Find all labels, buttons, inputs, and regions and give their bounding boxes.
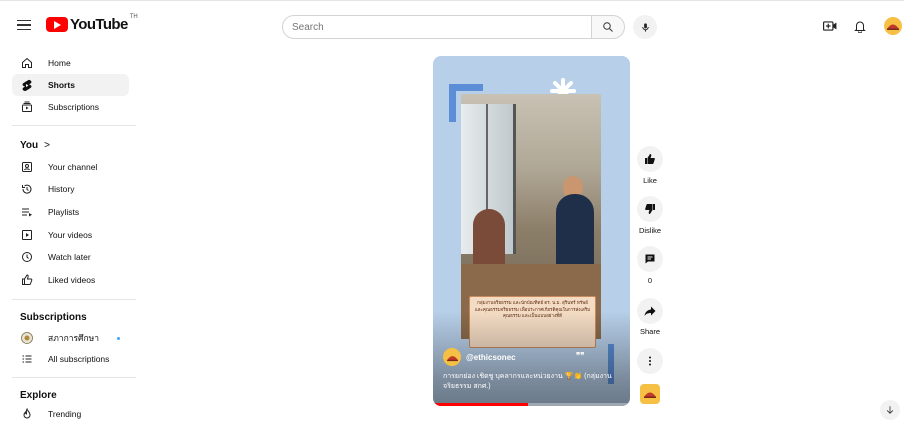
short-video-player[interactable]: กลุ่มงานจริยธรรม และนักบัณฑิตย์ ดร. น.ม.… xyxy=(433,56,630,406)
more-vertical-icon xyxy=(649,356,651,366)
next-short-button[interactable] xyxy=(880,400,900,420)
sidebar-item-shorts[interactable]: Shorts xyxy=(12,74,129,96)
sidebar-explore-title: Explore xyxy=(20,390,57,401)
sidebar-item-liked-videos[interactable]: Liked videos xyxy=(12,269,129,291)
like-button[interactable] xyxy=(637,146,663,172)
sidebar-item-label: Home xyxy=(48,58,71,68)
account-logo-icon xyxy=(887,24,899,30)
dislike-button[interactable] xyxy=(637,196,663,222)
sidebar-item-label: Liked videos xyxy=(48,275,96,285)
logo-country-code: TH xyxy=(129,14,138,20)
channel-logo-icon xyxy=(446,355,458,361)
new-content-dot xyxy=(116,336,120,340)
sidebar-divider xyxy=(12,377,136,378)
sidebar-item-label: History xyxy=(48,184,75,194)
your-videos-icon xyxy=(20,228,34,242)
your-channel-icon xyxy=(20,160,34,174)
youtube-logo[interactable]: YouTube TH xyxy=(46,14,138,33)
sidebar-item-watch-later[interactable]: Watch later xyxy=(12,246,129,268)
person-figure xyxy=(556,194,594,274)
sidebar-item-all-subscriptions[interactable]: All subscriptions xyxy=(12,348,129,370)
sidebar-item-your-videos[interactable]: Your videos xyxy=(12,224,129,246)
share-button[interactable] xyxy=(637,298,663,324)
arrow-down-icon xyxy=(886,406,894,414)
chevron-right-icon: > xyxy=(44,140,50,151)
sidebar-subscriptions-title: Subscriptions xyxy=(20,312,87,323)
notifications-button[interactable] xyxy=(852,18,868,34)
channel-avatar-icon xyxy=(20,331,34,345)
liked-videos-icon xyxy=(20,273,34,287)
sidebar-item-label: Playlists xyxy=(48,207,80,217)
channel-avatar[interactable] xyxy=(443,348,461,366)
you-title: You xyxy=(20,140,39,151)
bell-icon xyxy=(854,21,866,33)
sidebar: Home Shorts Subscriptions You > Your cha… xyxy=(0,48,136,421)
like-label: Like xyxy=(643,176,657,185)
sidebar-item-label: All subscriptions xyxy=(48,354,110,364)
share-label: Share xyxy=(639,327,660,336)
progress-fill xyxy=(433,403,528,406)
menu-icon[interactable] xyxy=(14,15,34,35)
sound-button[interactable] xyxy=(640,384,660,404)
share-arrow-icon xyxy=(644,306,656,316)
search-input[interactable] xyxy=(282,15,593,39)
sidebar-item-label: Your videos xyxy=(48,230,93,240)
more-options-button[interactable] xyxy=(637,348,663,374)
sidebar-item-history[interactable]: History xyxy=(12,178,129,200)
sidebar-item-label: Watch later xyxy=(48,252,91,262)
logo-wordmark: YouTube xyxy=(70,16,128,33)
home-icon xyxy=(20,56,34,70)
progress-bar[interactable] xyxy=(433,403,630,406)
sidebar-you-header[interactable]: You > xyxy=(20,140,50,151)
trending-icon xyxy=(20,407,34,421)
top-bar: YouTube TH xyxy=(0,0,904,48)
sidebar-item-home[interactable]: Home xyxy=(12,52,129,74)
sidebar-item-label: สภาการศึกษา xyxy=(48,333,99,343)
voice-search-button[interactable] xyxy=(633,15,657,39)
channel-handle[interactable]: @ethicsonec xyxy=(466,353,516,362)
sidebar-item-channel[interactable]: สภาการศึกษา xyxy=(12,327,129,349)
sidebar-item-playlists[interactable]: Playlists xyxy=(12,201,129,223)
sidebar-item-your-channel[interactable]: Your channel xyxy=(12,156,129,178)
account-avatar[interactable] xyxy=(884,17,902,35)
microphone-icon xyxy=(641,22,649,32)
quote-icon: ❞❞ xyxy=(576,351,585,360)
sidebar-item-trending[interactable]: Trending xyxy=(12,403,129,421)
video-title[interactable]: การยกย่อง เชิดชู บุคลากรและหน่วยงาน 🏆👏 (… xyxy=(443,372,625,392)
thumbs-down-icon xyxy=(645,204,655,214)
all-subscriptions-icon xyxy=(20,352,34,366)
youtube-play-icon xyxy=(46,17,68,32)
sidebar-divider xyxy=(12,125,136,126)
watch-later-icon xyxy=(20,250,34,264)
comments-count: 0 xyxy=(647,276,653,285)
sidebar-item-label: Shorts xyxy=(48,80,75,90)
shorts-icon xyxy=(20,78,34,92)
comment-icon xyxy=(645,254,655,264)
playlists-icon xyxy=(20,205,34,219)
create-video-icon xyxy=(823,21,837,31)
create-button[interactable] xyxy=(822,18,838,34)
sidebar-item-label: Your channel xyxy=(48,162,98,172)
comments-button[interactable] xyxy=(637,246,663,272)
history-icon xyxy=(20,182,34,196)
sidebar-item-label: Trending xyxy=(48,409,82,419)
sidebar-divider xyxy=(12,299,136,300)
search-icon xyxy=(603,22,613,32)
sidebar-item-subscriptions[interactable]: Subscriptions xyxy=(12,96,129,118)
search-button[interactable] xyxy=(591,15,625,39)
thumbs-up-icon xyxy=(645,154,655,164)
sound-channel-icon xyxy=(644,392,656,398)
subscriptions-icon xyxy=(20,100,34,114)
sidebar-item-label: Subscriptions xyxy=(48,102,100,112)
dislike-label: Dislike xyxy=(638,226,662,235)
